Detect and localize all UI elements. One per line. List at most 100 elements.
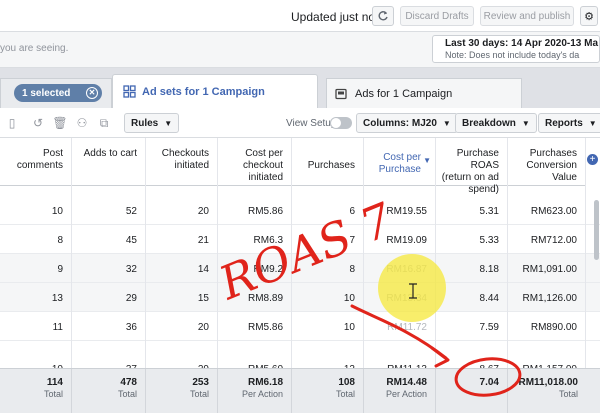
tab-ad-sets-label: Ad sets for 1 Campaign (142, 85, 265, 98)
cell: RM890.00 (530, 322, 577, 333)
total-cell: 253 Total (146, 369, 218, 413)
cell: 36 (125, 322, 137, 333)
chevron-down-icon: ▼ (521, 118, 530, 128)
total-value: 7.04 (479, 377, 499, 388)
breakdown-label: Breakdown (462, 117, 516, 129)
header-conversion-value[interactable]: Purchases Conversion Value (508, 138, 585, 186)
chevron-down-icon: ▼ (588, 118, 597, 128)
selected-pill[interactable]: 1 selected ✕ (14, 84, 102, 102)
review-publish-button[interactable]: Review and publish (480, 6, 574, 26)
cell: RM16.87 (386, 264, 427, 275)
cell: RM5.86 (247, 206, 283, 217)
total-label: Total (335, 389, 355, 399)
info-text: you are seeing. (0, 43, 69, 54)
cell: 10 (343, 322, 355, 333)
cell: 6 (349, 206, 355, 217)
header-purchases[interactable]: Purchases (292, 138, 363, 186)
cell: 8.18 (479, 264, 499, 275)
reports-dropdown[interactable]: Reports ▼ (538, 113, 600, 133)
total-value: 114 (46, 377, 63, 388)
total-cell: 7.04 (436, 369, 508, 413)
discard-drafts-button[interactable]: Discard Drafts (400, 6, 474, 26)
total-value: 108 (338, 377, 355, 388)
cell: 14 (197, 264, 209, 275)
tab-ad-sets[interactable]: Ad sets for 1 Campaign (112, 74, 318, 108)
cell: RM11.72 (387, 322, 427, 333)
total-value: 478 (120, 377, 137, 388)
cell: RM712.00 (530, 235, 577, 246)
cell: 29 (125, 293, 137, 304)
users-icon[interactable]: ⚇ (74, 115, 90, 131)
total-value: 253 (192, 377, 209, 388)
total-cell: 108 Total (292, 369, 364, 413)
date-range-label: Last 30 days: 14 Apr 2020-13 Ma (445, 38, 599, 49)
cell: RM6.3 (253, 235, 283, 246)
header-purchase-roas[interactable]: Purchase ROAS (return on ad spend) (436, 138, 507, 195)
total-cell: RM14.48 Per Action (364, 369, 436, 413)
refresh-icon (378, 11, 388, 21)
view-setup-toggle[interactable] (330, 117, 352, 129)
total-label: Total (189, 389, 209, 399)
chevron-down-icon: ▼ (442, 118, 451, 128)
trash-icon[interactable]: 🗑 (52, 115, 68, 131)
cell: 10 (51, 206, 63, 217)
vertical-scrollbar[interactable] (594, 200, 599, 260)
cell: RM19.55 (386, 206, 427, 217)
cell: 7.59 (479, 322, 499, 333)
cell: RM1,091.00 (522, 264, 577, 275)
cell: RM1,126.00 (522, 293, 577, 304)
total-cell: 478 Total (72, 369, 146, 413)
close-icon[interactable]: ✕ (86, 87, 98, 99)
cell: 8.44 (479, 293, 499, 304)
undo-icon[interactable]: ↺ (30, 115, 46, 131)
totals-row: 114 Total 478 Total 253 Total RM6.18 Per… (0, 368, 600, 413)
cell: 21 (197, 235, 209, 246)
total-label: Total (558, 389, 578, 399)
cell: RM8.89 (247, 293, 283, 304)
cell: 13 (51, 293, 63, 304)
cell: 45 (125, 235, 137, 246)
ad-sets-table: Post comments 10 8 9 13 11 10 Adds to ca… (0, 138, 600, 413)
cell: 20 (197, 206, 209, 217)
cell: 7 (349, 235, 355, 246)
duplicate-icon[interactable]: ▯ (4, 115, 20, 131)
cell: 20 (197, 322, 209, 333)
cell: 8 (57, 235, 63, 246)
date-range-picker[interactable]: Last 30 days: 14 Apr 2020-13 Ma Note: Do… (432, 35, 600, 63)
total-cell: RM11,018.00 Total (508, 369, 586, 413)
level-tabs: 1 selected ✕ Ad sets for 1 Campaign Ads … (0, 68, 600, 108)
header-adds-to-cart[interactable]: Adds to cart (72, 138, 145, 186)
toolbar: ▯ ↺ 🗑 ⚇ ⧉ Rules ▼ View Setup Columns: MJ2… (0, 108, 600, 138)
cell: 9 (57, 264, 63, 275)
total-label: Per Action (385, 389, 427, 399)
columns-label: Columns: MJ20 (363, 117, 437, 129)
cell: 32 (125, 264, 137, 275)
header-post-comments[interactable]: Post comments (0, 138, 71, 186)
gear-icon: ⚙ (584, 10, 594, 23)
chevron-down-icon: ▼ (164, 118, 173, 128)
top-bar: Updated just now Discard Drafts Review a… (0, 0, 600, 32)
total-value: RM14.48 (386, 377, 427, 388)
tab-ads[interactable]: Ads for 1 Campaign (326, 78, 522, 108)
columns-dropdown[interactable]: Columns: MJ20 ▼ (356, 113, 458, 133)
ad-icon (335, 88, 347, 99)
settings-button[interactable]: ⚙ (580, 6, 598, 26)
refresh-button[interactable] (372, 6, 394, 26)
add-column-icon[interactable]: + (587, 154, 598, 165)
cell: 5.33 (479, 235, 499, 246)
preview-icon[interactable]: ⧉ (96, 115, 112, 131)
cell: RM19.09 (386, 235, 427, 246)
sub-bar: you are seeing. Last 30 days: 14 Apr 202… (0, 32, 600, 68)
total-cell: 114 Total (0, 369, 72, 413)
breakdown-dropdown[interactable]: Breakdown ▼ (455, 113, 537, 133)
header-checkouts[interactable]: Checkouts initiated (146, 138, 217, 186)
cell: RM13.34 (386, 293, 427, 304)
sort-desc-icon[interactable]: ▼ (423, 156, 431, 165)
cell: 10 (343, 293, 355, 304)
rules-dropdown[interactable]: Rules ▼ (124, 113, 180, 133)
rules-label: Rules (131, 117, 159, 129)
total-cell: RM6.18 Per Action (218, 369, 292, 413)
reports-label: Reports (545, 117, 583, 129)
total-label: Total (43, 389, 63, 399)
header-cost-per-checkout[interactable]: Cost per checkout initiated (218, 138, 291, 186)
